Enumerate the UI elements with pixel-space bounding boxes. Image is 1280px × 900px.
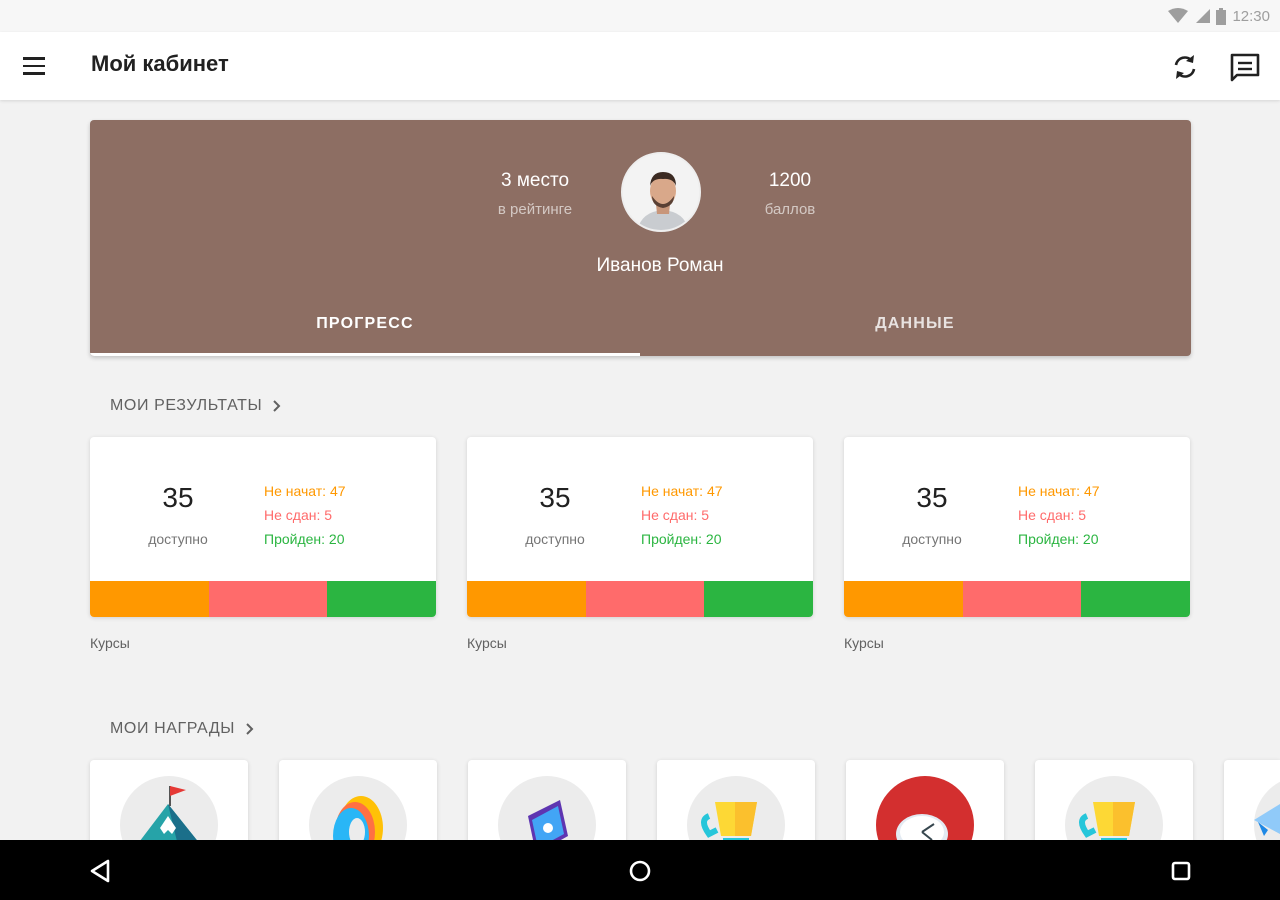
progress-bar: [467, 581, 813, 617]
available-count: 35: [916, 482, 948, 513]
app-bar: Мой кабинет: [0, 32, 1280, 100]
system-nav-bar: [0, 840, 1280, 900]
back-icon[interactable]: [86, 856, 116, 886]
my-awards-title: МОИ НАГРАДЫ: [110, 720, 236, 737]
paper-plane-icon: [1254, 781, 1280, 850]
not-passed-segment: [963, 581, 1081, 617]
user-name: Иванов Роман: [596, 255, 724, 276]
not-started-count: Не начат: 47: [641, 483, 723, 499]
passed-segment: [1081, 581, 1190, 617]
award-card[interactable]: [846, 760, 1004, 850]
tab-progress[interactable]: ПРОГРЕСС: [90, 304, 640, 356]
clock-icon: [896, 814, 948, 850]
avatar: [621, 152, 701, 232]
progress-bar: [844, 581, 1190, 617]
award-card[interactable]: [90, 760, 248, 850]
chevron-right-icon: [273, 400, 281, 412]
available-label: доступно: [525, 531, 585, 547]
not-started-segment: [844, 581, 963, 617]
trophy-icon: [1079, 802, 1135, 850]
phone-heart-icon: [528, 800, 568, 850]
home-icon[interactable]: [625, 856, 655, 886]
points-stat: 1200 баллов: [725, 170, 855, 218]
tab-data[interactable]: ДАННЫЕ: [640, 304, 1190, 356]
points-value: 1200: [768, 170, 812, 191]
not-started-segment: [90, 581, 209, 617]
not-passed-segment: [209, 581, 327, 617]
card-caption: Курсы: [90, 635, 130, 651]
available-label: доступно: [902, 531, 962, 547]
not-passed-count: Не сдан: 5: [641, 507, 710, 523]
signal-icon: [1196, 9, 1211, 23]
recents-icon[interactable]: [1166, 856, 1196, 886]
wifi-icon: [1168, 8, 1189, 23]
passed-segment: [704, 581, 813, 617]
available-count: 35: [162, 482, 194, 513]
battery-icon: [1216, 7, 1227, 25]
progress-bar: [90, 581, 436, 617]
result-card[interactable]: 35 доступно Не начат: 47 Не сдан: 5 Прой…: [90, 437, 436, 617]
status-time: 12:30: [1232, 7, 1270, 25]
award-card[interactable]: [1224, 760, 1280, 850]
refresh-icon[interactable]: [1168, 50, 1202, 84]
status-bar: 12:30: [0, 0, 1280, 32]
colorful-ring-icon: [333, 796, 383, 850]
award-card[interactable]: [1035, 760, 1193, 850]
message-icon[interactable]: [1228, 50, 1262, 84]
not-passed-count: Не сдан: 5: [1018, 507, 1087, 523]
rating-label: в рейтинге: [497, 201, 573, 218]
profile-card: 3 место в рейтинге 1200 баллов Иванов Ро…: [90, 120, 1191, 356]
hamburger-menu-icon[interactable]: [20, 52, 50, 80]
chevron-right-icon: [246, 723, 254, 735]
my-results-header[interactable]: МОИ РЕЗУЛЬТАТЫ: [110, 397, 282, 415]
passed-count: Пройден: 20: [641, 531, 722, 547]
mountain-flag-icon: [133, 786, 205, 850]
available-count: 35: [539, 482, 571, 513]
result-card[interactable]: 35 доступно Не начат: 47 Не сдан: 5 Прой…: [467, 437, 813, 617]
result-card[interactable]: 35 доступно Не начат: 47 Не сдан: 5 Прой…: [844, 437, 1190, 617]
award-card[interactable]: [279, 760, 437, 850]
rating-stat: 3 место в рейтинге: [470, 170, 600, 218]
not-started-count: Не начат: 47: [264, 483, 346, 499]
not-started-segment: [467, 581, 586, 617]
active-tab-indicator: [90, 353, 640, 356]
passed-count: Пройден: 20: [264, 531, 345, 547]
trophy-icon: [701, 802, 757, 850]
award-card[interactable]: [657, 760, 815, 850]
avatar-photo: [623, 154, 699, 230]
my-results-title: МОИ РЕЗУЛЬТАТЫ: [110, 397, 263, 414]
rating-value: 3 место: [500, 170, 570, 191]
card-caption: Курсы: [467, 635, 507, 651]
available-label: доступно: [148, 531, 208, 547]
my-awards-header[interactable]: МОИ НАГРАДЫ: [110, 720, 255, 738]
passed-segment: [327, 581, 436, 617]
award-card[interactable]: [468, 760, 626, 850]
passed-count: Пройден: 20: [1018, 531, 1099, 547]
not-started-count: Не начат: 47: [1018, 483, 1100, 499]
card-caption: Курсы: [844, 635, 884, 651]
not-passed-count: Не сдан: 5: [264, 507, 333, 523]
not-passed-segment: [586, 581, 704, 617]
points-label: баллов: [764, 201, 816, 218]
page-title: Мой кабинет: [91, 51, 229, 76]
